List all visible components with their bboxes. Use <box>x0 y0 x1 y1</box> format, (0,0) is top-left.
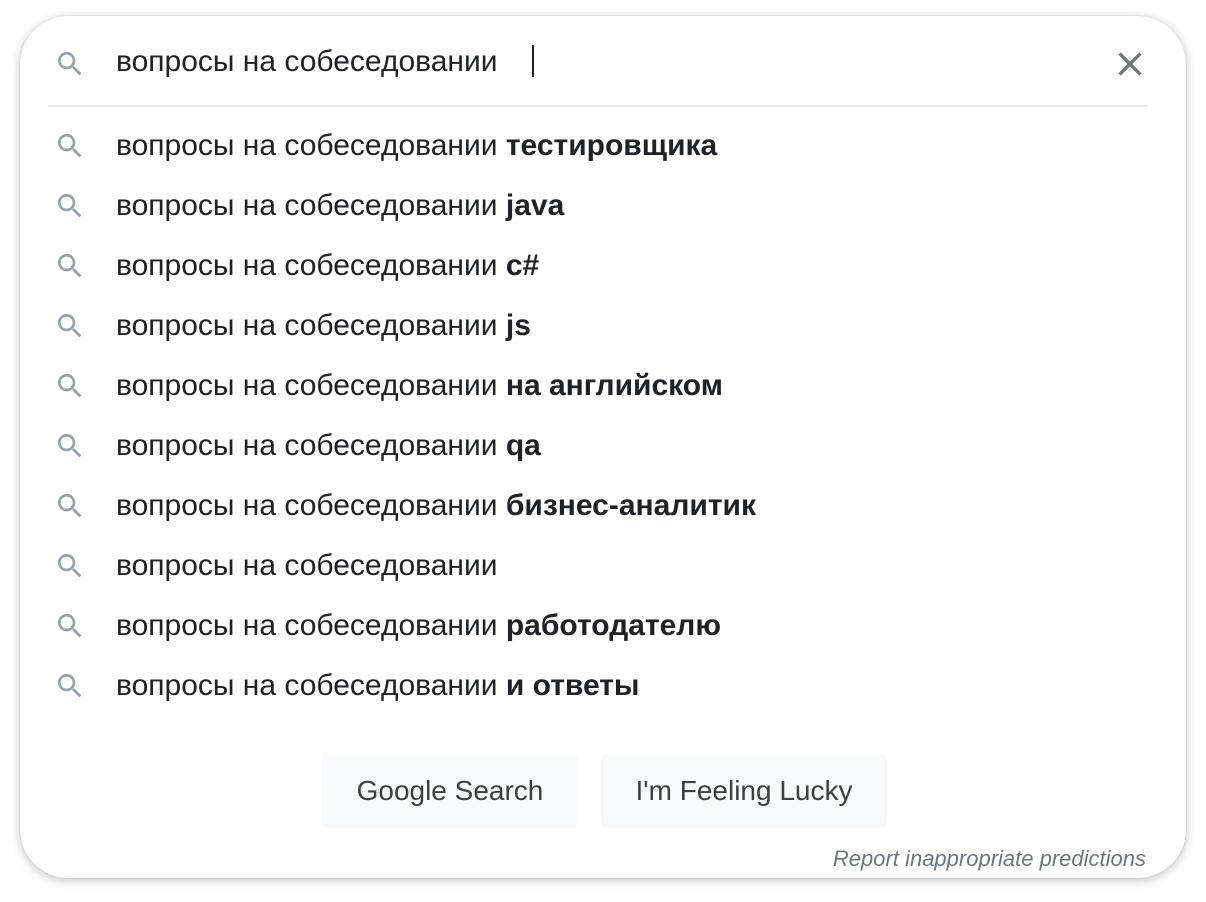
report-predictions-link[interactable]: Report inappropriate predictions <box>833 846 1146 872</box>
search-box[interactable]: вопросы на собеседовании <box>20 16 1186 106</box>
search-icon <box>54 250 86 282</box>
suggestion-text: вопросы на собеседовании и ответы <box>116 664 640 708</box>
list-item[interactable]: вопросы на собеседовании бизнес-аналитик <box>20 476 1186 536</box>
suggestion-text: вопросы на собеседовании js <box>116 304 531 348</box>
search-icon <box>54 490 86 522</box>
suggestion-text: вопросы на собеседовании <box>116 544 498 588</box>
text-cursor <box>532 45 534 77</box>
search-icon <box>54 48 86 80</box>
suggestion-text: вопросы на собеседовании qa <box>116 424 541 468</box>
suggestion-text: вопросы на собеседовании бизнес-аналитик <box>116 484 756 528</box>
suggestion-prefix: вопросы на собеседовании <box>116 609 506 642</box>
suggestion-completion: и ответы <box>505 669 640 702</box>
search-icon <box>54 670 86 702</box>
divider <box>48 105 1148 107</box>
close-icon[interactable] <box>1110 44 1150 84</box>
suggestion-completion: тестировщика <box>505 129 718 162</box>
suggestion-completion: js <box>505 309 531 342</box>
suggestion-completion: qa <box>505 429 541 462</box>
suggestion-prefix: вопросы на собеседовании <box>116 369 506 402</box>
list-item[interactable]: вопросы на собеседовании qa <box>20 416 1186 476</box>
list-item[interactable]: вопросы на собеседовании работодателю <box>20 596 1186 656</box>
suggestion-prefix: вопросы на собеседовании <box>116 489 506 522</box>
list-item[interactable]: вопросы на собеседовании тестировщика <box>20 116 1186 176</box>
list-item[interactable]: вопросы на собеседовании и ответы <box>20 656 1186 716</box>
list-item[interactable]: вопросы на собеседовании на английском <box>20 356 1186 416</box>
search-icon <box>54 190 86 222</box>
search-icon <box>54 370 86 402</box>
search-icon <box>54 610 86 642</box>
suggestion-prefix: вопросы на собеседовании <box>116 309 506 342</box>
suggestion-prefix: вопросы на собеседовании <box>116 669 506 702</box>
suggestion-prefix: вопросы на собеседовании <box>116 249 506 282</box>
suggestion-text: вопросы на собеседовании на английском <box>116 364 723 408</box>
suggestion-text: вопросы на собеседовании java <box>116 184 564 228</box>
suggestion-prefix: вопросы на собеседовании <box>116 549 498 582</box>
suggestion-completion: бизнес-аналитик <box>505 489 756 522</box>
search-autocomplete-panel: вопросы на собеседовании вопросы на собе… <box>20 16 1186 878</box>
feeling-lucky-button[interactable]: I'm Feeling Lucky <box>601 754 887 828</box>
suggestion-list: вопросы на собеседовании тестировщика во… <box>20 116 1186 716</box>
suggestion-completion: работодателю <box>505 609 721 642</box>
google-search-button[interactable]: Google Search <box>322 754 578 828</box>
suggestion-prefix: вопросы на собеседовании <box>116 429 506 462</box>
suggestion-completion: c# <box>505 249 540 282</box>
suggestion-text: вопросы на собеседовании работодателю <box>116 604 721 648</box>
suggestion-text: вопросы на собеседовании c# <box>116 244 539 288</box>
suggestion-completion: java <box>505 189 565 222</box>
suggestion-completion: на английском <box>505 369 723 402</box>
suggestion-text: вопросы на собеседовании тестировщика <box>116 124 717 168</box>
suggestion-prefix: вопросы на собеседовании <box>116 129 506 162</box>
search-icon <box>54 550 86 582</box>
suggestion-prefix: вопросы на собеседовании <box>116 189 506 222</box>
search-input[interactable]: вопросы на собеседовании <box>116 40 506 84</box>
list-item[interactable]: вопросы на собеседовании <box>20 536 1186 596</box>
search-icon <box>54 430 86 462</box>
list-item[interactable]: вопросы на собеседовании js <box>20 296 1186 356</box>
search-icon <box>54 130 86 162</box>
list-item[interactable]: вопросы на собеседовании java <box>20 176 1186 236</box>
list-item[interactable]: вопросы на собеседовании c# <box>20 236 1186 296</box>
search-icon <box>54 310 86 342</box>
